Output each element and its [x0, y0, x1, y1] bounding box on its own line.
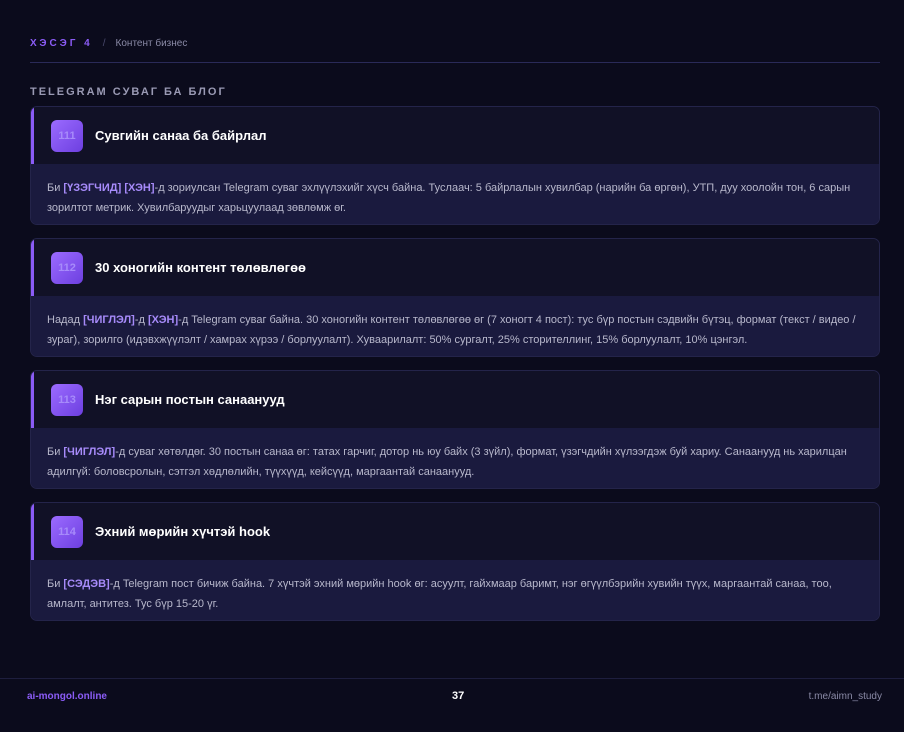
placeholder-token: [ЧИГЛЭЛ] — [63, 446, 116, 458]
prompt-card-list: 111 Сувгийн санаа ба байрлал Би [ҮЗЭГЧИД… — [30, 106, 880, 634]
card-header: 114 Эхний мөрийн хүчтэй hook — [31, 503, 879, 560]
placeholder-token: [ЧИГЛЭЛ] — [83, 314, 135, 326]
placeholder-token: [ҮЗЭГЧИД] — [63, 182, 122, 194]
card-title: 30 хоногийн контент төлөвлөгөө — [95, 260, 306, 275]
card-accent-bar — [31, 107, 34, 164]
page-number: 37 — [452, 690, 465, 702]
header-separator: / — [102, 38, 106, 49]
footer-site-link[interactable]: ai-mongol.online — [27, 691, 107, 702]
card-header: 112 30 хоногийн контент төлөвлөгөө — [31, 239, 879, 296]
body-text: -д суваг хөтөлдөг. 30 постын санаа өг: т… — [47, 446, 847, 478]
body-text: -д — [134, 314, 148, 326]
body-text: -д Telegram пост бичиж байна. 7 хүчтэй э… — [47, 578, 832, 610]
group-heading: TELEGRAM СУВАГ БА БЛОГ — [30, 86, 227, 98]
placeholder-token: [ХЭН] — [148, 314, 179, 326]
card-title: Нэг сарын постын санаанууд — [95, 392, 285, 407]
placeholder-token: [СЭДЭВ] — [63, 578, 110, 590]
footer-divider — [0, 678, 904, 679]
card-number-badge: 114 — [51, 515, 83, 548]
card-accent-bar — [31, 371, 34, 428]
body-text: Би — [47, 578, 64, 590]
card-accent-bar — [31, 239, 34, 296]
body-text: Би — [47, 446, 64, 458]
card-body: Би [СЭДЭВ]-д Telegram пост бичиж байна. … — [31, 560, 879, 620]
card-accent-bar — [31, 503, 34, 560]
card-header: 111 Сувгийн санаа ба байрлал — [31, 107, 879, 164]
footer-channel-link[interactable]: t.me/aimn_study — [809, 691, 882, 702]
card-body: Би [ҮЗЭГЧИД] [ХЭН]-д зориулсан Telegram … — [31, 164, 879, 224]
card-number-badge: 113 — [51, 383, 83, 416]
body-text: Би — [47, 182, 64, 194]
section-tag: ХЭСЭГ 4 — [30, 38, 93, 49]
body-text: -д зориулсан Telegram суваг эхлүүлэхийг … — [47, 182, 851, 214]
body-text: Надад — [47, 314, 84, 326]
card-number-badge: 112 — [51, 251, 83, 284]
card-header: 113 Нэг сарын постын санаанууд — [31, 371, 879, 428]
card-title: Сувгийн санаа ба байрлал — [95, 128, 267, 143]
page: ХЭСЭГ 4 / Контент бизнес TELEGRAM СУВАГ … — [0, 0, 904, 732]
placeholder-token: [ХЭН] — [124, 182, 155, 194]
prompt-card: 111 Сувгийн санаа ба байрлал Би [ҮЗЭГЧИД… — [30, 106, 880, 225]
header-title: Контент бизнес — [115, 38, 188, 49]
card-number-badge: 111 — [51, 119, 83, 152]
card-body: Надад [ЧИГЛЭЛ]-д [ХЭН]-д Telegram суваг … — [31, 296, 879, 356]
card-title: Эхний мөрийн хүчтэй hook — [95, 524, 271, 539]
prompt-card: 114 Эхний мөрийн хүчтэй hook Би [СЭДЭВ]-… — [30, 502, 880, 621]
prompt-card: 113 Нэг сарын постын санаанууд Би [ЧИГЛЭ… — [30, 370, 880, 489]
page-header: ХЭСЭГ 4 / Контент бизнес — [30, 38, 187, 49]
card-body: Би [ЧИГЛЭЛ]-д суваг хөтөлдөг. 30 постын … — [31, 428, 879, 488]
header-divider — [30, 62, 880, 63]
prompt-card: 112 30 хоногийн контент төлөвлөгөө Надад… — [30, 238, 880, 357]
